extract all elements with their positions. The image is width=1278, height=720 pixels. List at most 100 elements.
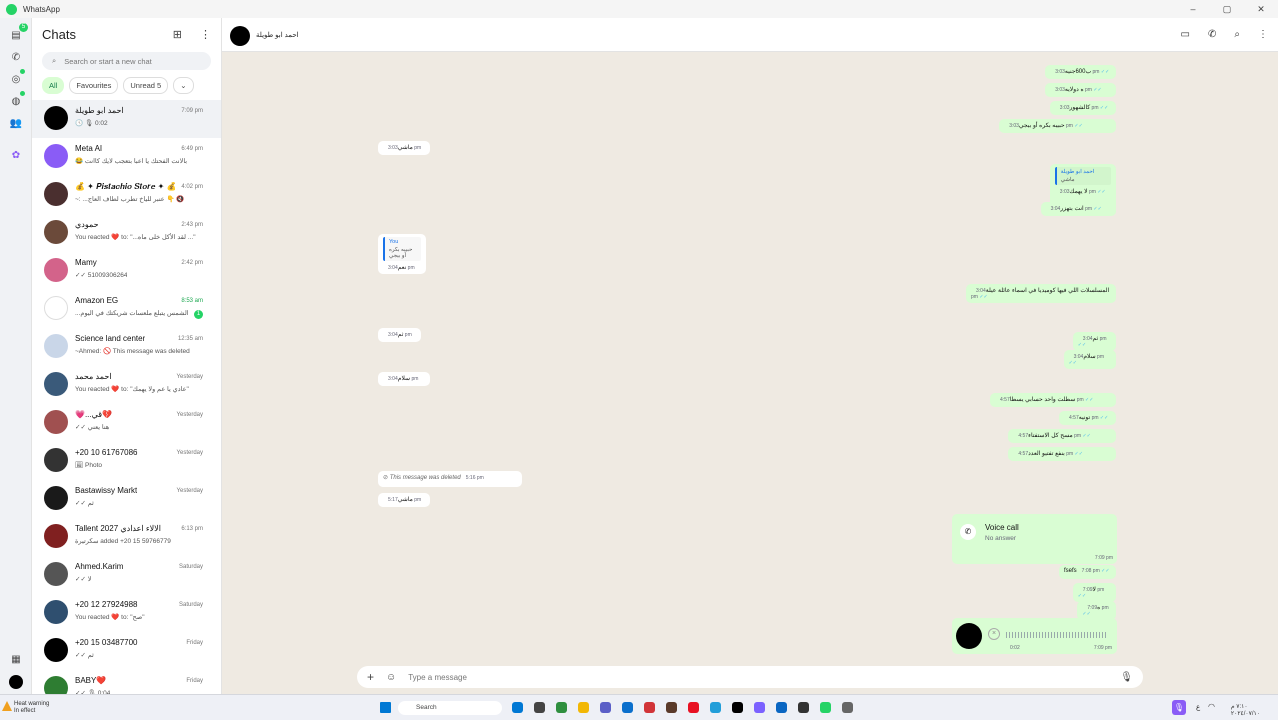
taskbar: Heat warning In effect Search 🎙 ع ◠ ٧:١٠… <box>0 694 1278 720</box>
incoming-message[interactable]: ⊘ This message was deleted 5:16 pm <box>378 471 523 487</box>
search-box[interactable]: ⌕ Search or start a new chat <box>42 52 211 70</box>
chat-list-item[interactable]: 💰 ✦ 𝑷𝒊𝒔𝒕𝒂𝒄𝒉𝒊𝒐 𝑺𝒕𝒐𝒓𝒆 ✦ 💰 4:02 pm ~: ...عنبر… <box>32 176 221 214</box>
outgoing-message[interactable]: fsefs 7:08 pm ✓✓ <box>1059 565 1116 579</box>
outgoing-message[interactable]: حبيبه بكره أو بيجي3:03 pm ✓✓ <box>999 119 1116 133</box>
incoming-message[interactable]: ثم3:04 pm <box>378 328 422 342</box>
outgoing-message[interactable]: لا7:09 pm ✓✓ <box>1072 583 1116 602</box>
outgoing-message[interactable]: كالشهور3:03 pm ✓✓ <box>1049 101 1116 115</box>
taskbar-app-icon[interactable] <box>688 702 699 713</box>
taskbar-clock[interactable]: ٧:١٠ م ٢٠٢٤/٠٧/١٠ <box>1231 703 1260 717</box>
mic-active-icon[interactable]: 🎙 <box>1172 700 1186 715</box>
incoming-message[interactable]: ماشي3:03 pm <box>378 141 431 155</box>
quoted-message[interactable]: احمد ابو طويلة ماشي <box>1054 167 1111 185</box>
chat-list-item[interactable]: Tallent 2027 الالاء اعدادي 6:13 pm سكرتيرة… <box>32 518 221 556</box>
quoted-message[interactable]: You حبيبه بكره أو بيجي <box>383 237 421 261</box>
chat-name: 💰 ✦ 𝑷𝒊𝒔𝒕𝒂𝒄𝒉𝒊𝒐 𝑺𝒕𝒐𝒓𝒆 ✦ 💰 <box>75 182 175 191</box>
chat-list-item[interactable]: Meta AI 6:49 pm 😂 بالانت الفحتك يا اعبا بت… <box>32 138 221 176</box>
outgoing-message[interactable]: سلام3:04 pm ✓✓ <box>1063 350 1116 369</box>
incoming-message[interactable]: You حبيبه بكره أو بيجي نعم3:04 pm <box>378 234 426 274</box>
chat-list-item[interactable]: احمد ابو طويلة 7:09 pm 🕓 🎙 0:02 <box>32 100 221 138</box>
video-call-icon[interactable]: ▭ <box>1181 29 1190 40</box>
search-chat-icon[interactable]: ⌕ <box>1234 29 1240 40</box>
status-nav-icon[interactable]: ◎ <box>9 72 23 86</box>
incoming-message[interactable]: ماشي5:17 pm <box>378 493 431 507</box>
media-nav-icon[interactable]: ▦ <box>9 652 23 666</box>
chat-list-item[interactable]: Science land center 12:35 am ~Ahmed: 🚫 Thi… <box>32 328 221 366</box>
emoji-icon[interactable]: ☺ <box>386 672 396 683</box>
chat-list-item[interactable]: BABY❤️ Friday ✓✓ 🎙 0:04 <box>32 670 221 694</box>
outgoing-message[interactable]: المسلسلات اللي فيها كوميديا في اسماء عائ… <box>966 284 1116 303</box>
chat-list-item[interactable]: Bastawissy Markt Yesterday ✓✓ ثم <box>32 480 221 518</box>
chat-list-item[interactable]: حمودي 2:43 pm You reacted ❤️ to: "...لقد ا… <box>32 214 221 252</box>
filter-favourites[interactable]: Favourites <box>69 77 119 94</box>
minimize-button[interactable]: – <box>1176 4 1210 15</box>
chat-menu-icon[interactable]: ⋮ <box>1258 29 1268 40</box>
taskbar-app-icon[interactable] <box>512 702 523 713</box>
language-indicator[interactable]: ع <box>1196 703 1200 711</box>
search-input[interactable]: Search or start a new chat <box>64 57 152 66</box>
meta-ai-nav-icon[interactable]: ✿ <box>9 148 23 162</box>
taskbar-app-icon[interactable] <box>534 702 545 713</box>
outgoing-message[interactable]: تونيه4:57 pm ✓✓ <box>1059 411 1116 425</box>
taskbar-app-icon[interactable] <box>600 702 611 713</box>
chat-avatar <box>44 600 68 624</box>
communities-nav-icon[interactable]: 👥 <box>9 116 23 130</box>
voice-call-icon[interactable]: ✆ <box>1208 29 1216 40</box>
filter-unread[interactable]: Unread 5 <box>123 77 169 94</box>
profile-avatar[interactable] <box>9 675 23 689</box>
outgoing-message[interactable]: انت بتهزر3:04 pm ✓✓ <box>1040 202 1116 216</box>
taskbar-app-icon[interactable] <box>622 702 633 713</box>
filter-more[interactable]: ⌄ <box>173 77 194 94</box>
voice-waveform[interactable] <box>1006 632 1106 638</box>
attach-icon[interactable]: + <box>367 670 374 684</box>
chat-avatar <box>44 410 68 434</box>
outgoing-message[interactable]: ثم3:04 pm ✓✓ <box>1072 332 1116 351</box>
voice-call-bubble[interactable]: ✆ Voice call No answer 7:09 pm <box>952 514 1117 564</box>
taskbar-app-icon[interactable] <box>710 702 721 713</box>
maximize-button[interactable]: ▢ <box>1210 4 1244 15</box>
chat-list-item[interactable]: Mamy 2:42 pm ✓✓ 51009306264 <box>32 252 221 290</box>
filter-all[interactable]: All <box>42 77 65 94</box>
read-ticks-icon: ✓✓ <box>1098 415 1109 421</box>
heat-warning-icon[interactable] <box>2 701 12 711</box>
taskbar-app-icon[interactable] <box>666 702 677 713</box>
chat-list-item[interactable]: Amazon EG 8:53 am ...الشمس يتبلع ملعسات شر… <box>32 290 221 328</box>
taskbar-app-icon[interactable] <box>820 702 831 713</box>
contact-avatar[interactable] <box>230 26 250 46</box>
chat-list-item[interactable]: +20 12 27924988 Saturday You reacted ❤️ to… <box>32 594 221 632</box>
new-chat-icon[interactable]: ⊞ <box>173 28 182 41</box>
taskbar-app-icon[interactable] <box>776 702 787 713</box>
chat-header[interactable]: احمد ابو طويلة ▭ ✆ ⌕ ⋮ <box>222 18 1278 52</box>
incoming-message[interactable]: سلام3:04 pm <box>378 372 431 386</box>
taskbar-app-icon[interactable] <box>578 702 589 713</box>
contact-name[interactable]: احمد ابو طويلة <box>256 31 299 39</box>
weather-widget[interactable]: Heat warning In effect <box>14 701 49 715</box>
channels-nav-icon[interactable]: ◍ <box>9 94 23 108</box>
taskbar-app-icon[interactable] <box>842 702 853 713</box>
message-input[interactable]: Type a message <box>408 673 467 682</box>
chat-list-item[interactable]: 💗...قي💔 Yesterday ✓✓ هنا يعني <box>32 404 221 442</box>
taskbar-app-icon[interactable] <box>556 702 567 713</box>
calls-nav-icon[interactable]: ✆ <box>9 50 23 64</box>
taskbar-app-icon[interactable] <box>798 702 809 713</box>
outgoing-message[interactable]: سطلت واحد حسابي يسطا4:57 pm ✓✓ <box>990 393 1116 407</box>
taskbar-app-icon[interactable] <box>644 702 655 713</box>
taskbar-app-icon[interactable] <box>732 702 743 713</box>
close-window-button[interactable]: ✕ <box>1244 4 1278 15</box>
cancel-icon[interactable]: × <box>988 628 1000 640</box>
menu-icon[interactable]: ⋮ <box>200 28 211 41</box>
outgoing-message[interactable]: مسح كل الاستفتاء4:57 pm ✓✓ <box>1008 429 1116 443</box>
chat-list-item[interactable]: احمد محمد Yesterday You reacted ❤️ to: "عا… <box>32 366 221 404</box>
mic-icon[interactable]: 🎙 <box>1120 672 1133 683</box>
voice-note-duration: 0:02 <box>1010 645 1020 651</box>
outgoing-message[interactable]: ه دولايه3:03 pm ✓✓ <box>1045 83 1116 97</box>
chat-list-item[interactable]: +20 10 61767086 Yesterday 🖼 Photo <box>32 442 221 480</box>
taskbar-app-icon[interactable] <box>754 702 765 713</box>
start-icon[interactable] <box>380 702 391 713</box>
taskbar-search[interactable]: Search <box>398 701 502 715</box>
chat-list-item[interactable]: +20 15 03487700 Friday ✓✓ ثم <box>32 632 221 670</box>
wifi-icon[interactable]: ◠ <box>1208 702 1215 711</box>
chat-list-item[interactable]: Ahmed.Karim Saturday ✓✓ لا <box>32 556 221 594</box>
outgoing-message[interactable]: ب600جنيه3:03 pm ✓✓ <box>1045 65 1116 79</box>
outgoing-message[interactable]: بنفع تفتيو العدد4:57 pm ✓✓ <box>1008 447 1116 461</box>
